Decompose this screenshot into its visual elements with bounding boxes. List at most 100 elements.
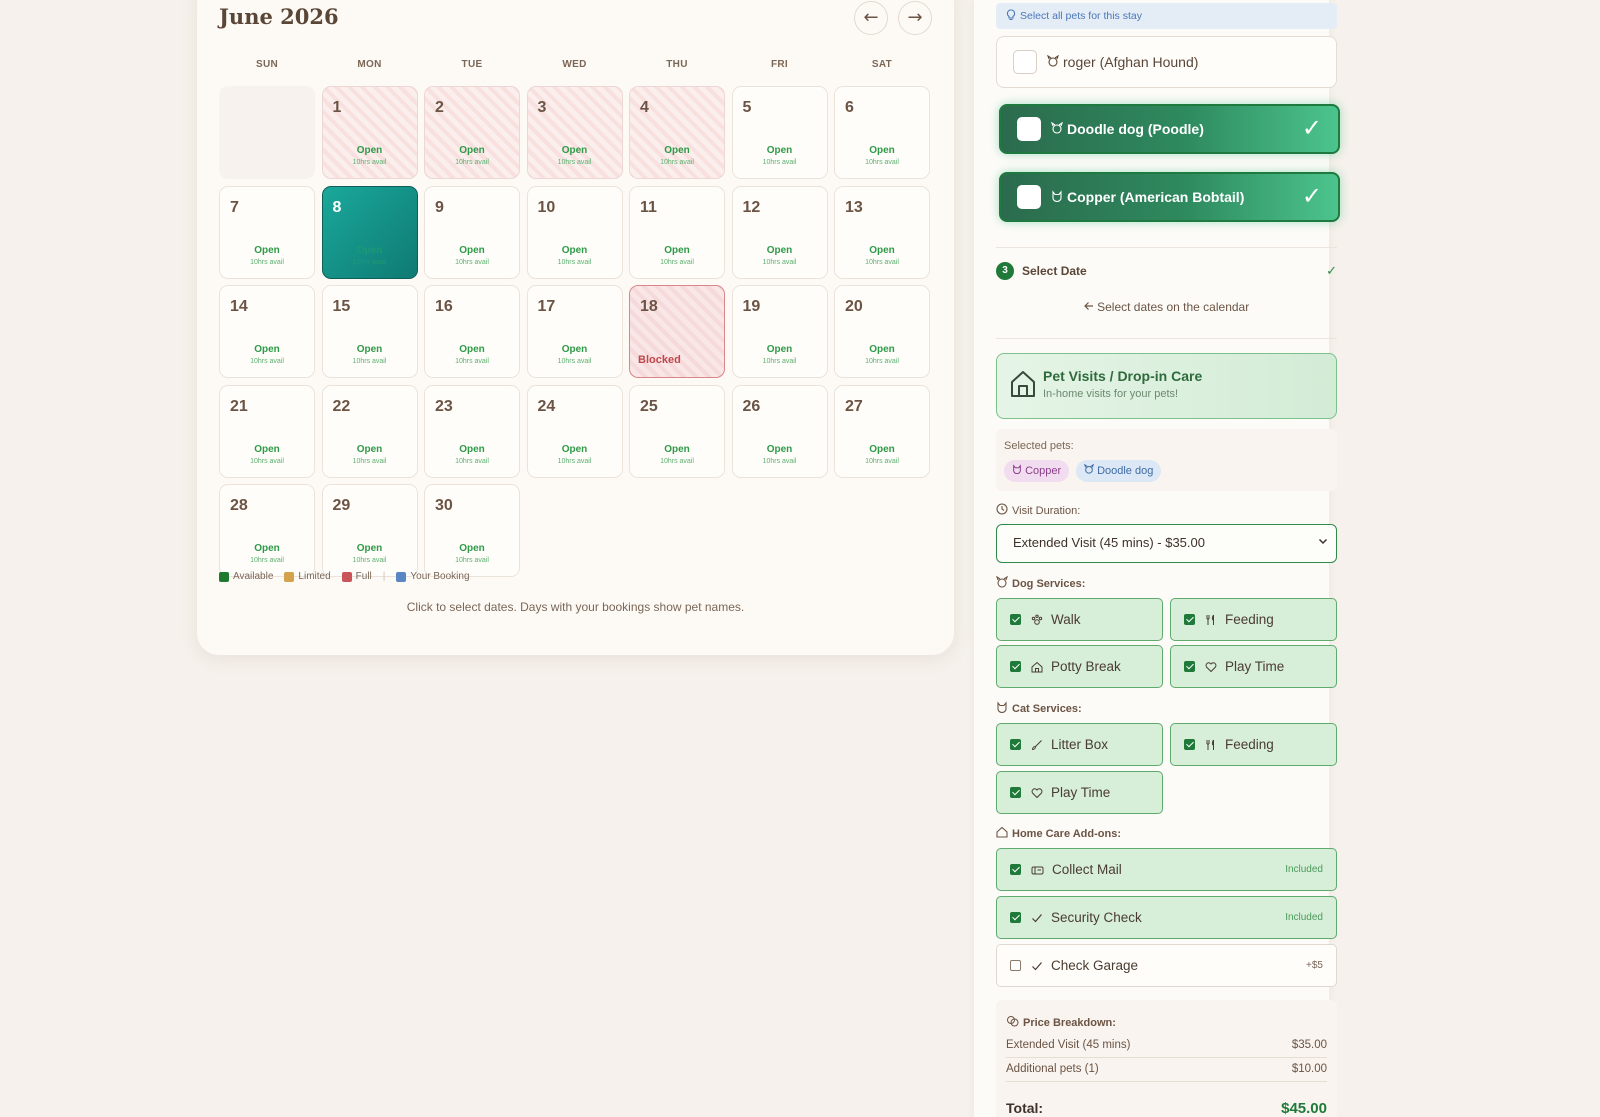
calendar-day-12[interactable]: 12 Open 10hrs avail [731,185,828,279]
dog-service-feeding[interactable]: Feeding [1170,598,1337,641]
dog-service-potty-break[interactable]: Potty Break [996,645,1163,688]
day-number: 9 [435,198,444,216]
addon-security-check[interactable]: Security Check Included [996,896,1337,939]
day-status: Open [356,244,383,256]
calendar-day-19[interactable]: 19 Open 10hrs avail [731,285,828,378]
calendar-day-24[interactable]: 24 Open 10hrs avail [526,384,623,478]
mailbox-icon [1031,864,1044,876]
day-number: 21 [230,397,248,415]
addon-check-garage[interactable]: Check Garage +$5 [996,944,1337,987]
pet-label: Copper (American Bobtail) [1067,189,1245,205]
select-dates-link[interactable]: Select dates on the calendar [996,300,1337,314]
day-availability: 10hrs avail [557,258,592,266]
checkbox[interactable] [1184,661,1195,672]
calendar-day-23[interactable]: 23 Open 10hrs avail [424,384,520,478]
calendar-day-26[interactable]: 26 Open 10hrs avail [731,384,828,478]
calendar-day-9[interactable]: 9 Open 10hrs avail [424,185,520,279]
checkbox[interactable] [1184,614,1195,625]
calendar-day-28[interactable]: 28 Open 10hrs avail [219,484,315,577]
checkbox[interactable] [1010,912,1021,923]
checkbox[interactable] [1010,661,1021,672]
calendar-day-27[interactable]: 27 Open 10hrs avail [834,384,930,478]
pet-checkbox[interactable] [1017,117,1041,141]
dog-service-play-time[interactable]: Play Time [1170,645,1337,688]
prev-month-button[interactable]: ← [854,1,888,35]
day-number: 24 [537,397,556,415]
calendar-day-15[interactable]: 15 Open 10hrs avail [321,285,418,378]
day-status: Open [254,443,280,455]
calendar-day-25[interactable]: 25 Open 10hrs avail [629,384,725,478]
day-status: Open [254,543,280,554]
legend-limited: Limited [284,571,331,582]
calendar-day-6[interactable]: 6 Open 10hrs avail [834,86,930,179]
checkbox[interactable] [1184,739,1195,750]
cat-services-text: Cat Services: [1012,702,1082,715]
calendar-day-3[interactable]: 3 Open 10hrs avail [526,86,623,179]
day-number: 26 [742,397,761,415]
next-month-button[interactable]: → [898,1,932,35]
calendar-day-16[interactable]: 16 Open 10hrs avail [424,285,520,378]
day-availability: 10hrs avail [660,159,694,166]
chevron-down-icon [1318,525,1328,561]
arrow-left-icon [1083,300,1097,314]
dog-service-walk[interactable]: Walk [996,598,1163,641]
pet-option-copper[interactable]: Copper (American Bobtail) ✓ [999,172,1340,222]
cat-service-litter-box[interactable]: Litter Box [996,723,1163,766]
checkbox[interactable] [1010,787,1021,798]
cat-service-feeding[interactable]: Feeding [1170,723,1337,766]
pet-option-roger[interactable]: roger (Afghan Hound) [996,36,1337,88]
selected-pets-box: Selected pets: Copper Doodle dog [996,429,1337,491]
checkbox[interactable] [1010,614,1021,625]
price-row-value: $10.00 [1291,1063,1327,1075]
calendar-day-1[interactable]: 1 Open 10hrs avail [321,86,418,179]
calendar-day-14[interactable]: 14 Open 10hrs avail [219,285,315,378]
calendar-day-4[interactable]: 4 Open 10hrs avail [629,86,725,179]
day-status: Open [561,145,588,156]
calendar-day-2[interactable]: 2 Open 10hrs avail [424,86,520,179]
day-number: 8 [332,198,342,216]
day-status: Open [664,145,690,156]
day-availability: 10hrs avail [352,159,387,166]
cat-service-play-time[interactable]: Play Time [996,771,1163,814]
day-status: Open [356,344,383,355]
calendar-day-29[interactable]: 29 Open 10hrs avail [321,484,418,577]
day-status: Open [459,244,485,256]
calendar-day-20[interactable]: 20 Open 10hrs avail [834,285,930,378]
calendar-day-11[interactable]: 11 Open 10hrs avail [629,185,725,279]
pet-checkbox[interactable] [1013,50,1037,74]
visit-duration-select[interactable]: Extended Visit (45 mins) - $35.00 [996,524,1337,563]
calendar-day-8[interactable]: 8 Open 10hrs avail [321,185,418,279]
service-label: Walk [1051,612,1081,627]
price-breakdown-title: Price Breakdown: [1006,1015,1116,1030]
day-availability: 10hrs avail [455,557,489,564]
checkbox[interactable] [1010,739,1021,750]
calendar-day-30[interactable]: 30 Open 10hrs avail [424,484,520,577]
pet-checkbox[interactable] [1017,185,1041,209]
price-breakdown: Price Breakdown: Extended Visit (45 mins… [996,1000,1337,1117]
calendar-day-5[interactable]: 5 Open 10hrs avail [731,86,828,179]
calendar-day-7[interactable]: 7 Open 10hrs avail [219,185,315,279]
calendar-day-10[interactable]: 10 Open 10hrs avail [526,185,623,279]
addon-label: Security Check [1051,910,1142,925]
day-availability: 10hrs avail [865,457,899,465]
cat-services-label: Cat Services: [996,701,1082,716]
calendar-day-13[interactable]: 13 Open 10hrs avail [834,185,930,279]
pet-option-doodle-dog[interactable]: Doodle dog (Poodle) ✓ [999,104,1340,154]
calendar-day-22[interactable]: 22 Open 10hrs avail [321,384,418,478]
legend-swatch [341,571,352,582]
calendar-day-18[interactable]: 18 Blocked [629,285,725,378]
cat-icon [1012,464,1025,477]
day-status: Open [356,443,383,455]
checkbox[interactable] [1010,864,1021,875]
selected-pets-label: Selected pets: [1004,440,1074,452]
price-row-label: Additional pets (1) [1006,1063,1099,1075]
checkbox[interactable] [1010,960,1021,971]
select-dates-text: Select dates on the calendar [1097,300,1250,314]
calendar-day-17[interactable]: 17 Open 10hrs avail [526,285,623,378]
weekday-label: WED [562,59,587,70]
day-status: Open [561,443,588,455]
calendar-hint: Click to select dates. Days with your bo… [406,600,745,614]
legend-available: Available [219,571,273,582]
calendar-day-21[interactable]: 21 Open 10hrs avail [219,384,315,478]
addon-collect-mail[interactable]: Collect Mail Included [996,848,1337,891]
